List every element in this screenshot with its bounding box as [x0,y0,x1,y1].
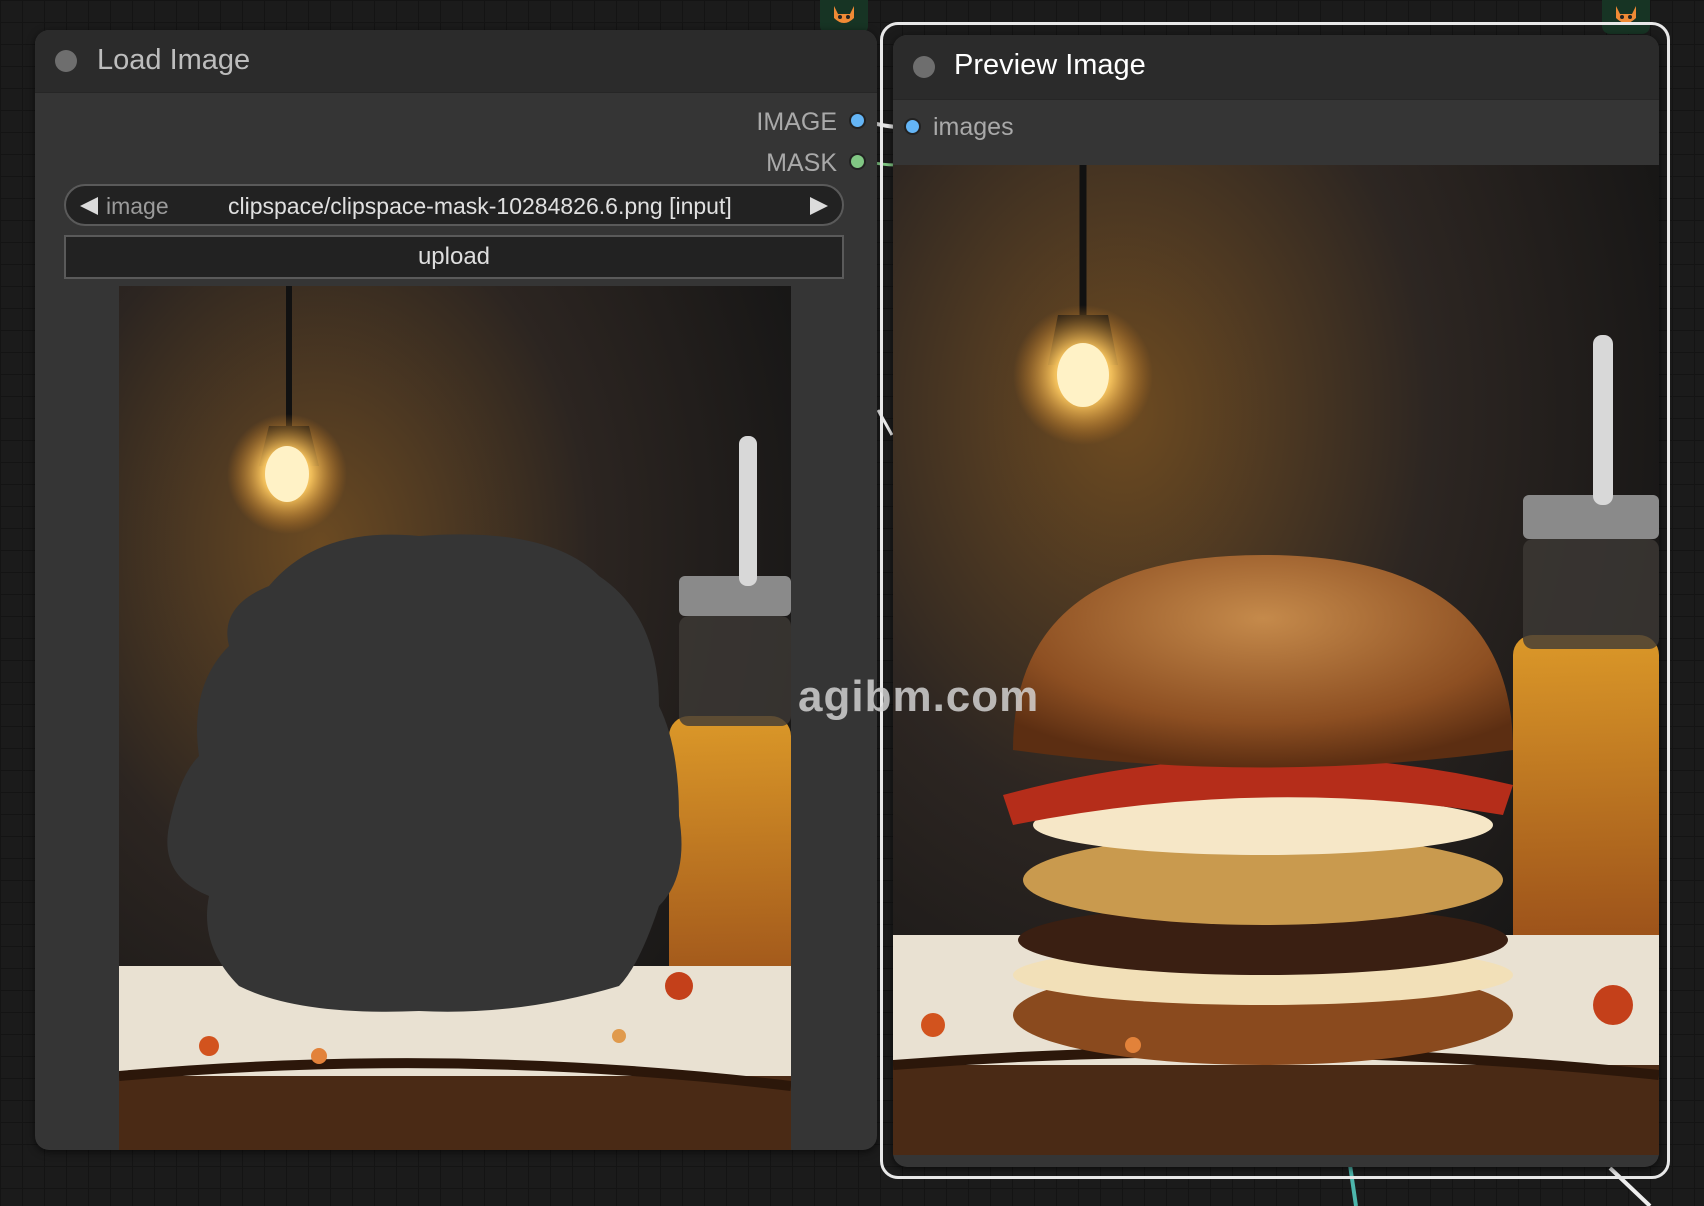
mask-overlay [167,534,682,1012]
output-slot-image[interactable] [849,112,866,129]
node-title: Load Image [97,44,251,76]
watermark: agibm.com [798,672,1040,721]
node-badge [820,0,868,34]
status-dot-icon[interactable] [55,50,77,72]
input-label-images: images [933,113,1014,141]
status-dot-icon[interactable] [913,56,935,78]
arrow-left-icon[interactable] [78,195,100,217]
loaded-image-preview [119,286,791,1150]
load-image-node[interactable]: Load Image IMAGE MASK image clipspace/cl… [35,30,877,1150]
arrow-right-icon[interactable] [808,195,830,217]
node-title: Preview Image [954,49,1146,81]
image-combo-name: image [106,193,169,219]
node-title-bar[interactable]: Load Image [35,30,877,93]
output-slot-mask[interactable] [849,153,866,170]
image-combo-widget[interactable]: image clipspace/clipspace-mask-10284826.… [64,184,844,226]
output-label-image: IMAGE [756,108,837,136]
node-title-bar[interactable]: Preview Image [893,35,1659,100]
preview-image-node[interactable]: Preview Image images [893,35,1659,1167]
preview-image [893,165,1659,1155]
image-combo-value: clipspace/clipspace-mask-10284826.6.png … [228,193,732,219]
input-slot-images[interactable] [904,118,921,135]
output-label-mask: MASK [766,149,837,177]
upload-button[interactable]: upload [64,235,844,279]
fox-badge-icon [834,6,854,23]
